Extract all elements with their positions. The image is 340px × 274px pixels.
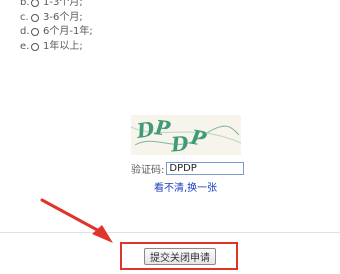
radio-button[interactable] xyxy=(31,42,39,51)
radio-button[interactable] xyxy=(31,0,39,8)
refresh-captcha-link[interactable]: 看不清,换一张 xyxy=(154,179,217,194)
option-letter: b. xyxy=(20,0,30,8)
option-label: 3-6个月; xyxy=(43,11,83,23)
radio-button[interactable] xyxy=(31,28,39,37)
option-letter: c. xyxy=(20,11,29,23)
option-label: 6个月-1年; xyxy=(43,26,93,37)
option-letter: e. xyxy=(20,40,30,52)
option-b[interactable]: b. 1-3个月; xyxy=(20,0,93,11)
option-c[interactable]: c. 3-6个月; xyxy=(20,11,93,26)
duration-options: b. 1-3个月; c. 3-6个月; d. 6个月-1年; e. 1年以上; xyxy=(20,0,93,54)
captcha-char: P xyxy=(188,125,209,152)
verify-code-input[interactable] xyxy=(166,162,245,175)
option-label: 1-3个月; xyxy=(43,0,83,8)
captcha-char: P xyxy=(153,115,172,141)
captcha-image: D P D P xyxy=(131,115,241,155)
verify-code-label: 验证码: xyxy=(131,165,165,176)
verify-code-row: 验证码: xyxy=(131,161,245,176)
captcha-char: D xyxy=(134,117,156,143)
radio-button[interactable] xyxy=(31,13,39,22)
option-d[interactable]: d. 6个月-1年; xyxy=(20,25,93,40)
option-label: 1年以上; xyxy=(43,40,83,52)
submit-close-request-button[interactable]: 提交关闭申请 xyxy=(144,248,216,265)
option-e[interactable]: e. 1年以上; xyxy=(20,40,93,55)
captcha-char: D xyxy=(169,131,190,155)
highlight-box: 提交关闭申请 xyxy=(120,242,238,270)
divider xyxy=(0,232,340,233)
option-letter: d. xyxy=(20,26,30,37)
